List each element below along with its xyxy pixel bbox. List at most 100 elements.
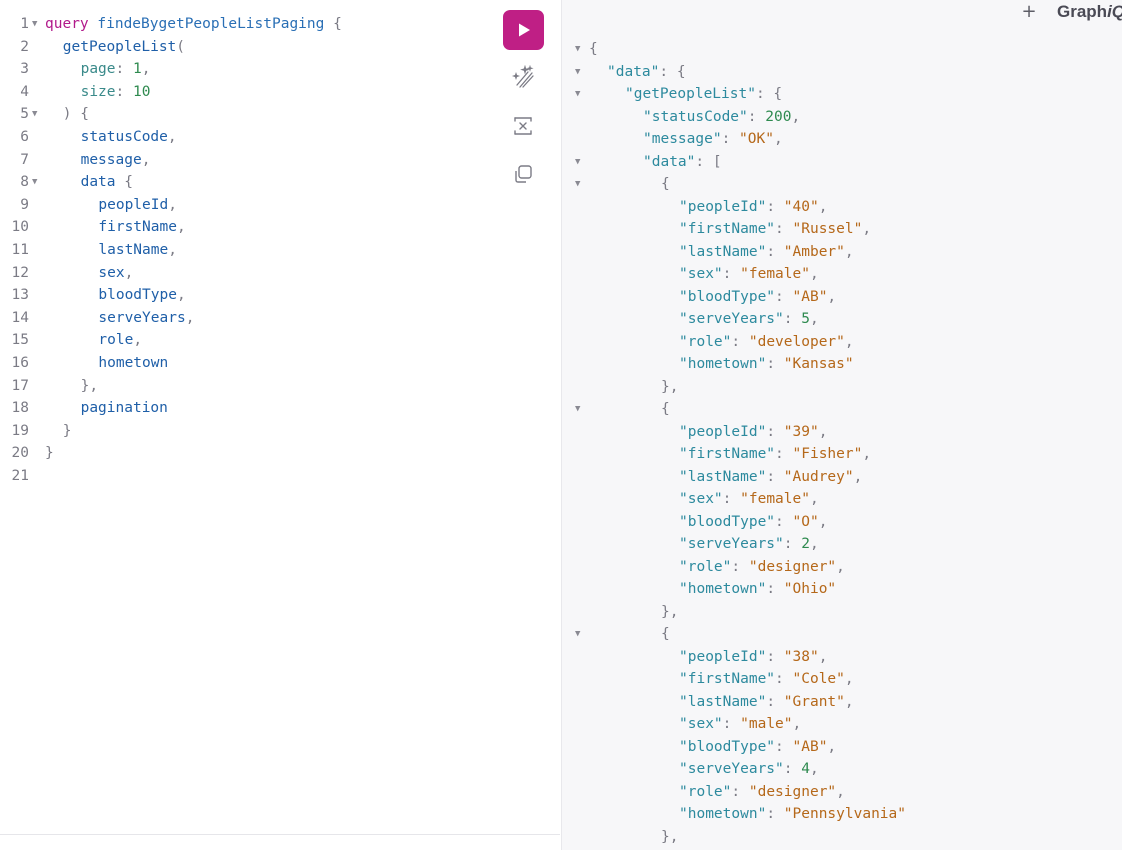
result-line: "peopleId": "38",: [561, 646, 1122, 669]
fold-toggle-icon[interactable]: ▼: [575, 623, 580, 646]
json-token: "sex": [679, 266, 723, 282]
editor-line[interactable]: 6 statusCode,: [0, 126, 500, 149]
editor-line[interactable]: 7 message,: [0, 149, 500, 172]
json-token: "hometown": [679, 356, 767, 372]
json-token: 4: [801, 761, 810, 777]
result-line: "firstName": "Russel",: [561, 218, 1122, 241]
json-token: ,: [844, 693, 854, 710]
json-token: "data": [607, 63, 660, 80]
line-number: 15: [11, 332, 29, 349]
code-token: role: [98, 332, 134, 349]
json-token: "data": [643, 153, 696, 170]
editor-line[interactable]: 2 getPeopleList(: [0, 36, 500, 59]
fold-toggle-icon[interactable]: ▼: [575, 38, 580, 61]
json-token: "peopleId": [679, 648, 767, 665]
code-token: ,: [124, 264, 134, 281]
editor-line[interactable]: 10 firstName,: [0, 216, 500, 239]
editor-line[interactable]: 17},: [0, 375, 500, 398]
query-editor-pane[interactable]: 1 ▼ query findeBygetPeopleListPaging { 2 get…: [0, 0, 560, 850]
json-token: ,: [773, 131, 783, 147]
result-line: "statusCode": 200,: [561, 106, 1122, 129]
line-number: 11: [11, 241, 29, 258]
prettify-button[interactable]: [510, 64, 536, 90]
editor-line[interactable]: 3 page: 1,: [0, 58, 500, 81]
result-line: "firstName": "Cole",: [561, 668, 1122, 691]
json-token: :: [722, 491, 741, 507]
result-line: "hometown": "Kansas": [561, 353, 1122, 376]
line-number: 4: [20, 83, 29, 100]
copy-query-button[interactable]: [510, 161, 536, 187]
copy-icon: [515, 165, 532, 183]
code-token: data: [80, 174, 116, 191]
editor-line[interactable]: 19}: [0, 420, 500, 443]
code-token: getPeopleList: [62, 38, 177, 55]
json-token: "sex": [679, 491, 723, 507]
json-token: "female": [740, 491, 810, 507]
fold-toggle-icon[interactable]: ▼: [575, 61, 580, 84]
json-token: "peopleId": [679, 423, 767, 440]
json-token: :: [783, 311, 802, 327]
json-token: :: [731, 783, 749, 800]
fold-toggle-icon[interactable]: ▼: [575, 83, 580, 106]
line-number: 9: [20, 196, 29, 213]
graphiql-logo[interactable]: GraphiQ: [1057, 1, 1122, 23]
json-token: : {: [755, 86, 783, 102]
json-token: "developer": [748, 333, 845, 350]
fold-toggle-icon[interactable]: ▼: [32, 171, 37, 194]
editor-line[interactable]: 21: [0, 465, 500, 488]
line-number: 7: [20, 151, 29, 168]
json-token: ,: [809, 536, 819, 552]
editor-line[interactable]: 8 ▼ data {: [0, 171, 500, 194]
editor-line[interactable]: 9 peopleId,: [0, 194, 500, 217]
editor-line[interactable]: 14 serveYears,: [0, 307, 500, 330]
result-line: ▼{: [561, 173, 1122, 196]
editor-line[interactable]: 20}: [0, 442, 500, 465]
line-number: 18: [11, 400, 29, 417]
line-number: 3: [20, 61, 29, 78]
json-token: "Fisher": [792, 446, 863, 462]
fold-toggle-icon[interactable]: ▼: [575, 173, 580, 196]
json-token: :: [766, 581, 784, 597]
fold-toggle-icon[interactable]: ▼: [575, 151, 580, 174]
code-token: ): [62, 106, 72, 123]
line-number: 5: [20, 106, 29, 123]
result-line: ▼{: [561, 398, 1122, 421]
add-tab-button[interactable]: +: [1021, 2, 1037, 22]
editor-line[interactable]: 5 ▼) {: [0, 103, 500, 126]
json-token: "bloodType": [679, 288, 776, 305]
editor-line[interactable]: 12 sex,: [0, 262, 500, 285]
json-token: "getPeopleList": [625, 86, 756, 102]
json-token: ,: [862, 446, 872, 462]
editor-line[interactable]: 11 lastName,: [0, 239, 500, 262]
editor-line[interactable]: 15 role,: [0, 329, 500, 352]
line-number: 2: [20, 38, 29, 55]
editor-line[interactable]: 4 size: 10: [0, 81, 500, 104]
code-token: 1: [132, 61, 142, 78]
editor-line[interactable]: 18 pagination: [0, 397, 500, 420]
editor-line[interactable]: 1 ▼ query findeBygetPeopleListPaging {: [0, 13, 500, 36]
json-token: :: [731, 333, 749, 350]
fold-toggle-icon[interactable]: ▼: [32, 13, 37, 36]
json-token: "hometown": [679, 806, 767, 822]
query-editor[interactable]: 1 ▼ query findeBygetPeopleListPaging { 2 get…: [0, 13, 500, 487]
json-token: ,: [836, 783, 845, 800]
code-token: ,: [133, 332, 143, 349]
fold-toggle-icon[interactable]: ▼: [32, 103, 37, 126]
merge-fragments-button[interactable]: [510, 113, 536, 139]
editor-line[interactable]: 13 bloodType,: [0, 284, 500, 307]
line-number: 6: [20, 128, 29, 145]
line-number: 8: [20, 174, 29, 191]
fold-toggle-icon[interactable]: ▼: [575, 398, 580, 421]
json-token: "Russel": [792, 221, 863, 237]
json-token: :: [766, 648, 784, 665]
json-token: :: [766, 423, 784, 440]
line-number: 1: [20, 16, 29, 32]
execute-query-button[interactable]: [503, 10, 544, 50]
result-viewer[interactable]: ▼{▼ "data": {▼ "getPeopleList": {"statusCo…: [561, 38, 1122, 848]
editor-line[interactable]: 16 hometown: [0, 352, 500, 375]
code-token: ,: [176, 287, 186, 304]
json-token: ,: [791, 108, 801, 125]
